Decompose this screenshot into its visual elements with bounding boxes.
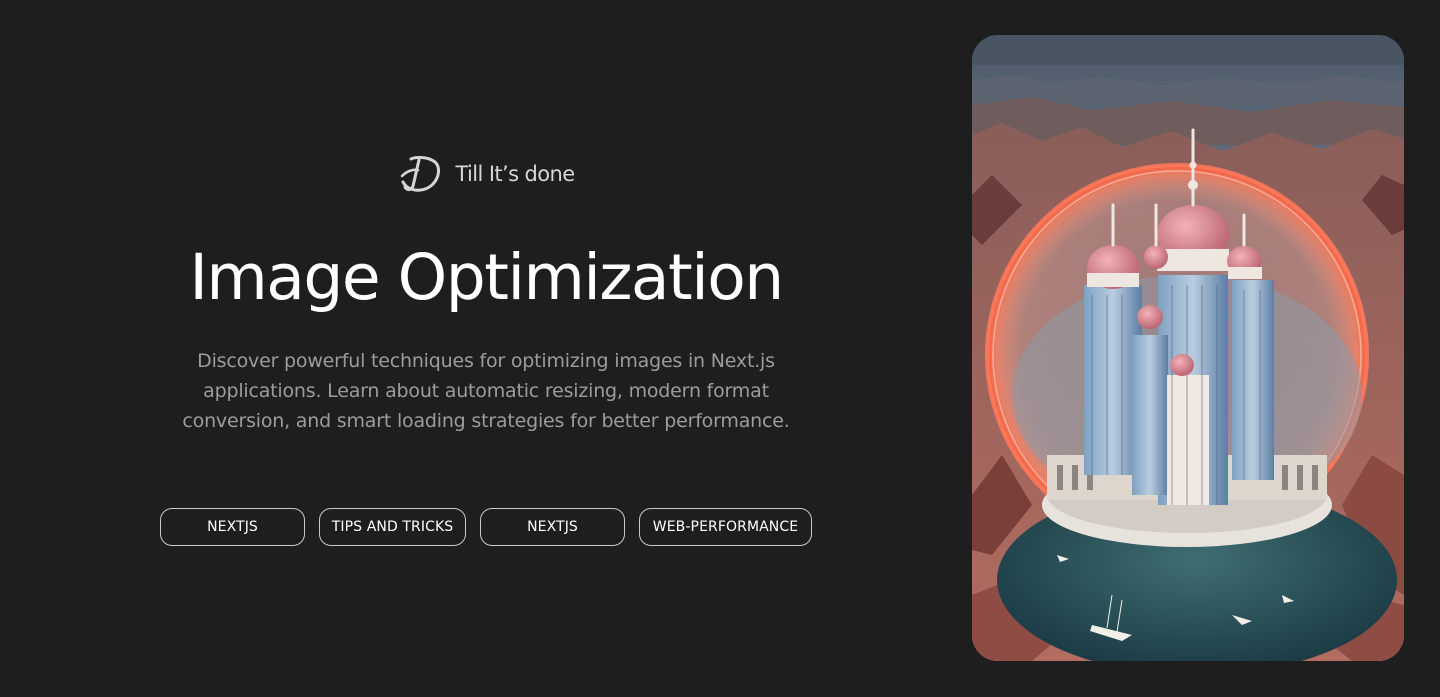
hero-image: [972, 35, 1404, 661]
tag-nextjs-2[interactable]: NEXTJS: [480, 508, 625, 546]
tag-tips-and-tricks[interactable]: TIPS AND TRICKS: [319, 508, 466, 546]
tag-nextjs[interactable]: NEXTJS: [160, 508, 305, 546]
brand[interactable]: Till It’s done: [160, 154, 812, 194]
page-title: Image Optimization: [189, 241, 784, 314]
hero-description: Discover powerful techniques for optimiz…: [182, 350, 790, 432]
tag-web-performance[interactable]: WEB-PERFORMANCE: [639, 508, 812, 546]
brand-name: Till It’s done: [455, 162, 575, 186]
hero-content: Till It’s done Image Optimization Discov…: [160, 0, 812, 697]
td-monogram-icon: [397, 154, 445, 194]
tag-list: NEXTJS TIPS AND TRICKS NEXTJS WEB-PERFOR…: [160, 508, 812, 546]
page: Till It’s done Image Optimization Discov…: [0, 0, 1440, 697]
